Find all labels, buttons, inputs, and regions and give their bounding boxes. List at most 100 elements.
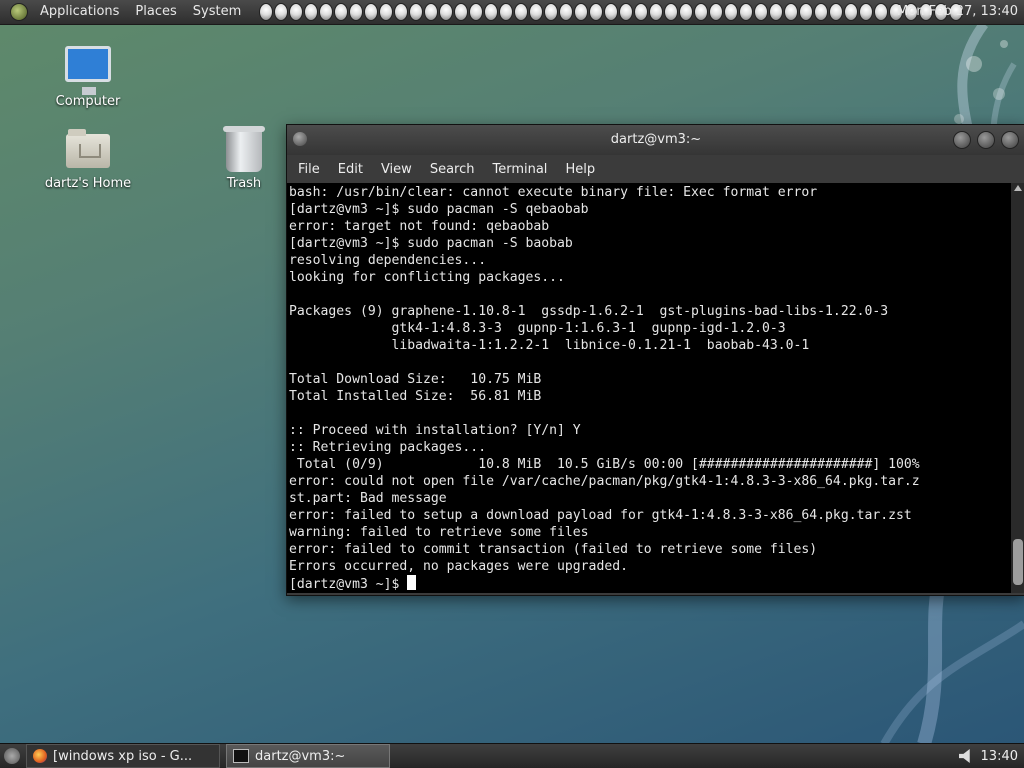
desktop-icon-home[interactable]: dartz's Home xyxy=(38,129,138,191)
launcher-icon[interactable] xyxy=(739,3,754,21)
menu-applications[interactable]: Applications xyxy=(32,0,127,24)
launcher-icon[interactable] xyxy=(619,3,634,21)
launcher-icon[interactable] xyxy=(304,3,319,21)
taskbar-item-label: dartz@vm3:~ xyxy=(255,748,346,764)
scrollbar-thumb[interactable] xyxy=(1013,539,1023,585)
launcher-icon[interactable] xyxy=(319,3,334,21)
terminal-line: Total Installed Size: 56.81 MiB xyxy=(289,389,542,404)
menu-help[interactable]: Help xyxy=(556,162,604,177)
launcher-icon[interactable] xyxy=(289,3,304,21)
terminal-menubar: File Edit View Search Terminal Help xyxy=(287,155,1024,183)
menu-edit[interactable]: Edit xyxy=(329,162,372,177)
launcher-icon[interactable] xyxy=(424,3,439,21)
launcher-icon[interactable] xyxy=(769,3,784,21)
launcher-icon[interactable] xyxy=(559,3,574,21)
panel-clock[interactable]: Mon Feb 27, 13:40 xyxy=(897,0,1018,24)
launcher-icon[interactable] xyxy=(439,3,454,21)
terminal-output[interactable]: bash: /usr/bin/clear: cannot execute bin… xyxy=(287,183,1011,593)
desktop-icon-label: Computer xyxy=(55,94,121,109)
launcher-icon[interactable] xyxy=(259,3,274,21)
volume-icon[interactable] xyxy=(958,749,970,763)
launcher-icon[interactable] xyxy=(874,3,889,21)
terminal-line: :: Proceed with installation? [Y/n] Y xyxy=(289,423,581,438)
close-button[interactable] xyxy=(1001,131,1019,149)
terminal-line: :: Retrieving packages... xyxy=(289,440,487,455)
terminal-scrollbar[interactable] xyxy=(1011,183,1024,593)
launcher-icon[interactable] xyxy=(574,3,589,21)
terminal-line: looking for conflicting packages... xyxy=(289,270,565,285)
terminal-line: error: failed to commit transaction (fai… xyxy=(289,542,818,557)
trash-icon xyxy=(223,126,265,172)
show-desktop-icon[interactable] xyxy=(4,748,20,764)
launcher-icon[interactable] xyxy=(784,3,799,21)
launcher-icon[interactable] xyxy=(484,3,499,21)
desktop-icon-label: Trash xyxy=(226,176,262,191)
terminal-line: libadwaita-1:1.2.2-1 libnice-0.1.21-1 ba… xyxy=(289,338,810,353)
launcher-icon[interactable] xyxy=(469,3,484,21)
menu-view[interactable]: View xyxy=(372,162,421,177)
terminal-line: st.part: Bad message xyxy=(289,491,447,506)
launcher-icon[interactable] xyxy=(529,3,544,21)
launcher-icon[interactable] xyxy=(649,3,664,21)
launcher-icon[interactable] xyxy=(349,3,364,21)
window-title: dartz@vm3:~ xyxy=(610,132,702,147)
launcher-icon[interactable] xyxy=(364,3,379,21)
desktop-icon-label: dartz's Home xyxy=(44,176,132,191)
terminal-line: resolving dependencies... xyxy=(289,253,487,268)
terminal-line: Total (0/9) 10.8 MiB 10.5 GiB/s 00:00 [#… xyxy=(289,457,920,472)
minimize-button[interactable] xyxy=(953,131,971,149)
launcher-icon[interactable] xyxy=(709,3,724,21)
taskbar-item-terminal[interactable]: dartz@vm3:~ xyxy=(226,744,390,768)
terminal-line: [dartz@vm3 ~]$ sudo pacman -S baobab xyxy=(289,236,573,251)
menu-places[interactable]: Places xyxy=(127,0,184,24)
launcher-icon[interactable] xyxy=(589,3,604,21)
distro-logo-icon[interactable] xyxy=(10,3,28,21)
terminal-line: gtk4-1:4.8.3-3 gupnp-1:1.6.3-1 gupnp-igd… xyxy=(289,321,786,336)
launcher-icon[interactable] xyxy=(679,3,694,21)
launcher-icon[interactable] xyxy=(844,3,859,21)
terminal-line: Total Download Size: 10.75 MiB xyxy=(289,372,542,387)
terminal-line: error: failed to setup a download payloa… xyxy=(289,508,912,523)
launcher-icon[interactable] xyxy=(694,3,709,21)
launcher-icon[interactable] xyxy=(544,3,559,21)
launcher-icon[interactable] xyxy=(664,3,679,21)
launcher-icon[interactable] xyxy=(379,3,394,21)
menu-file[interactable]: File xyxy=(289,162,329,177)
menu-terminal[interactable]: Terminal xyxy=(483,162,556,177)
menu-system[interactable]: System xyxy=(185,0,249,24)
tray-clock[interactable]: 13:40 xyxy=(981,749,1018,764)
terminal-line: error: target not found: qebaobab xyxy=(289,219,550,234)
launcher-icon[interactable] xyxy=(334,3,349,21)
window-menu-icon[interactable] xyxy=(293,132,307,146)
window-titlebar[interactable]: dartz@vm3:~ xyxy=(287,125,1024,155)
maximize-button[interactable] xyxy=(977,131,995,149)
launcher-icon[interactable] xyxy=(814,3,829,21)
scroll-up-arrow-icon[interactable] xyxy=(1014,185,1022,191)
launcher-strip xyxy=(259,3,964,21)
terminal-line: [dartz@vm3 ~]$ sudo pacman -S qebaobab xyxy=(289,202,589,217)
launcher-icon[interactable] xyxy=(829,3,844,21)
launcher-icon[interactable] xyxy=(274,3,289,21)
launcher-icon[interactable] xyxy=(724,3,739,21)
top-panel: Applications Places System Mon Feb 27, 1… xyxy=(0,0,1024,25)
menu-search[interactable]: Search xyxy=(421,162,484,177)
terminal-line: error: could not open file /var/cache/pa… xyxy=(289,474,920,489)
launcher-icon[interactable] xyxy=(634,3,649,21)
launcher-icon[interactable] xyxy=(799,3,814,21)
terminal-prompt: [dartz@vm3 ~]$ xyxy=(289,577,408,592)
terminal-window: dartz@vm3:~ File Edit View Search Termin… xyxy=(286,124,1024,596)
terminal-cursor xyxy=(407,575,417,590)
launcher-icon[interactable] xyxy=(604,3,619,21)
launcher-icon[interactable] xyxy=(499,3,514,21)
launcher-icon[interactable] xyxy=(454,3,469,21)
desktop-icon-trash[interactable]: Trash xyxy=(194,126,294,191)
launcher-icon[interactable] xyxy=(409,3,424,21)
launcher-icon[interactable] xyxy=(394,3,409,21)
launcher-icon[interactable] xyxy=(859,3,874,21)
terminal-line: Errors occurred, no packages were upgrad… xyxy=(289,559,628,574)
terminal-line: bash: /usr/bin/clear: cannot execute bin… xyxy=(289,185,818,200)
launcher-icon[interactable] xyxy=(514,3,529,21)
desktop-icon-computer[interactable]: Computer xyxy=(38,46,138,109)
launcher-icon[interactable] xyxy=(754,3,769,21)
taskbar-item-firefox[interactable]: [windows xp iso - G... xyxy=(26,744,220,768)
